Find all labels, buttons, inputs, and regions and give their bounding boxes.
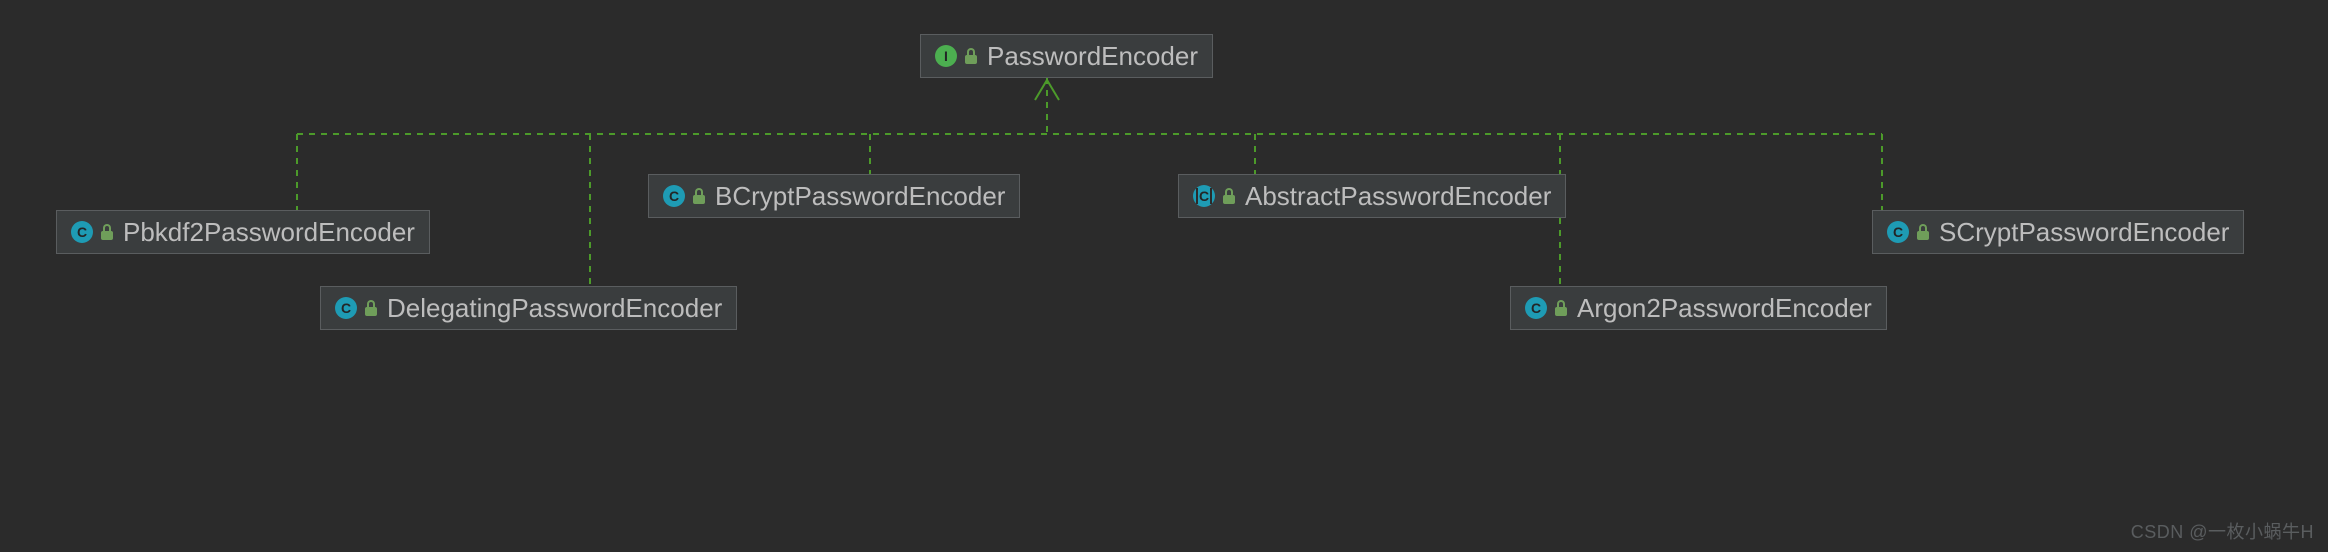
node-abstract-password-encoder[interactable]: C AbstractPasswordEncoder [1178,174,1566,218]
abstract-class-icon: C [1193,185,1215,207]
class-icon: C [71,221,93,243]
node-delegating-password-encoder[interactable]: C DelegatingPasswordEncoder [320,286,737,330]
class-icon: C [1887,221,1909,243]
class-icon: C [663,185,685,207]
watermark-text: CSDN @一枚小蜗牛H [2131,518,2314,544]
class-icon: C [1525,297,1547,319]
class-icon: C [335,297,357,319]
connector-lines [0,0,2328,552]
lock-icon [1223,188,1237,204]
class-hierarchy-diagram: I PasswordEncoder C Pbkdf2PasswordEncode… [0,0,2328,552]
node-pbkdf2-password-encoder[interactable]: C Pbkdf2PasswordEncoder [56,210,430,254]
node-label: AbstractPasswordEncoder [1245,183,1551,209]
node-scrypt-password-encoder[interactable]: C SCryptPasswordEncoder [1872,210,2244,254]
lock-icon [1917,224,1931,240]
lock-icon [365,300,379,316]
node-label: Pbkdf2PasswordEncoder [123,219,415,245]
node-label: Argon2PasswordEncoder [1577,295,1872,321]
node-argon2-password-encoder[interactable]: C Argon2PasswordEncoder [1510,286,1887,330]
lock-icon [1555,300,1569,316]
node-label: SCryptPasswordEncoder [1939,219,2229,245]
lock-icon [101,224,115,240]
node-bcrypt-password-encoder[interactable]: C BCryptPasswordEncoder [648,174,1020,218]
node-password-encoder[interactable]: I PasswordEncoder [920,34,1213,78]
node-label: PasswordEncoder [987,43,1198,69]
node-label: DelegatingPasswordEncoder [387,295,722,321]
lock-icon [693,188,707,204]
interface-icon: I [935,45,957,67]
lock-icon [965,48,979,64]
node-label: BCryptPasswordEncoder [715,183,1005,209]
